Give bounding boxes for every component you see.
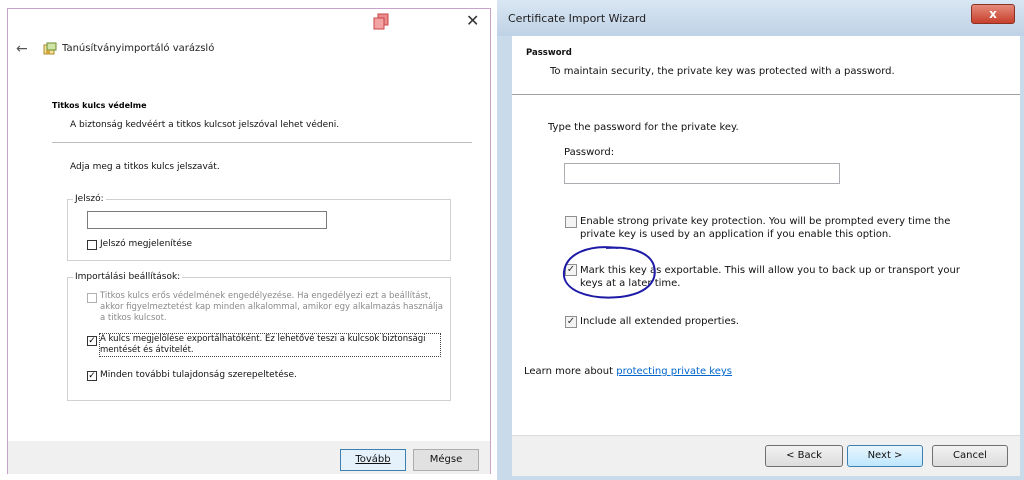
cancel-button[interactable]: Cancel [932, 445, 1008, 467]
back-arrow-icon[interactable]: ← [16, 41, 28, 57]
window-title: Certificate Import Wizard [508, 12, 647, 25]
strong-protection-label: Titkos kulcs erős védelmének engedélyezé… [100, 291, 443, 323]
copy-icon [373, 13, 389, 30]
close-icon[interactable]: ✕ [466, 11, 479, 30]
learn-more-text: Learn more about protecting private keys [524, 366, 732, 377]
right-wizard-window: Certificate Import Wizard x Password To … [497, 0, 1024, 480]
page-header: Password [526, 48, 572, 58]
include-properties-label[interactable]: Include all extended properties. [580, 316, 739, 327]
next-button[interactable]: Next > [847, 445, 923, 467]
include-properties-label[interactable]: Minden további tulajdonság szerepeltetés… [100, 370, 297, 381]
mark-exportable-checkbox[interactable]: ✓ [87, 336, 97, 346]
left-wizard-window: ✕ ← Tanúsítványimportáló varázsló Titkos… [7, 8, 491, 474]
strong-protection-checkbox[interactable] [565, 216, 577, 228]
cancel-button[interactable]: Mégse [413, 449, 479, 471]
password-input[interactable] [87, 211, 327, 229]
page-subheader: A biztonság kedvéért a titkos kulcsot je… [70, 120, 340, 130]
import-options-label: Importálási beállítások: [73, 272, 183, 282]
strong-protection-label[interactable]: Enable strong private key protection. Yo… [580, 215, 960, 241]
hand-drawn-circle-annotation [562, 246, 656, 299]
wizard-title: Tanúsítványimportáló varázsló [62, 43, 215, 54]
show-password-checkbox[interactable] [87, 240, 97, 250]
password-prompt: Type the password for the private key. [548, 122, 739, 133]
back-button[interactable]: < Back [765, 445, 843, 467]
certificate-wizard-icon [43, 42, 57, 55]
strong-protection-checkbox[interactable] [87, 293, 97, 303]
footer-divider [512, 435, 1020, 436]
password-groupbox [67, 199, 451, 261]
include-properties-checkbox[interactable]: ✓ [87, 371, 97, 381]
password-group-label: Jelszó: [73, 194, 106, 204]
page-subheader: To maintain security, the private key wa… [550, 66, 895, 77]
password-prompt: Adja meg a titkos kulcs jelszavát. [70, 162, 220, 172]
password-label: Password: [564, 147, 615, 158]
include-properties-checkbox[interactable]: ✓ [565, 316, 577, 328]
wizard-client-area: Password To maintain security, the priva… [512, 36, 1020, 476]
show-password-label[interactable]: Jelszó megjelenítése [100, 239, 192, 250]
mark-exportable-label[interactable]: A kulcs megjelölése exportálhatóként. Ez… [99, 333, 441, 357]
next-button-label: Tovább [355, 454, 391, 465]
header-divider [52, 142, 472, 143]
password-input[interactable] [564, 163, 840, 184]
learn-more-prefix: Learn more about [524, 366, 617, 377]
page-header: Titkos kulcs védelme [52, 101, 147, 110]
close-button[interactable]: x [971, 4, 1015, 24]
protecting-private-keys-link[interactable]: protecting private keys [616, 366, 732, 377]
next-button[interactable]: Tovább [340, 449, 406, 471]
